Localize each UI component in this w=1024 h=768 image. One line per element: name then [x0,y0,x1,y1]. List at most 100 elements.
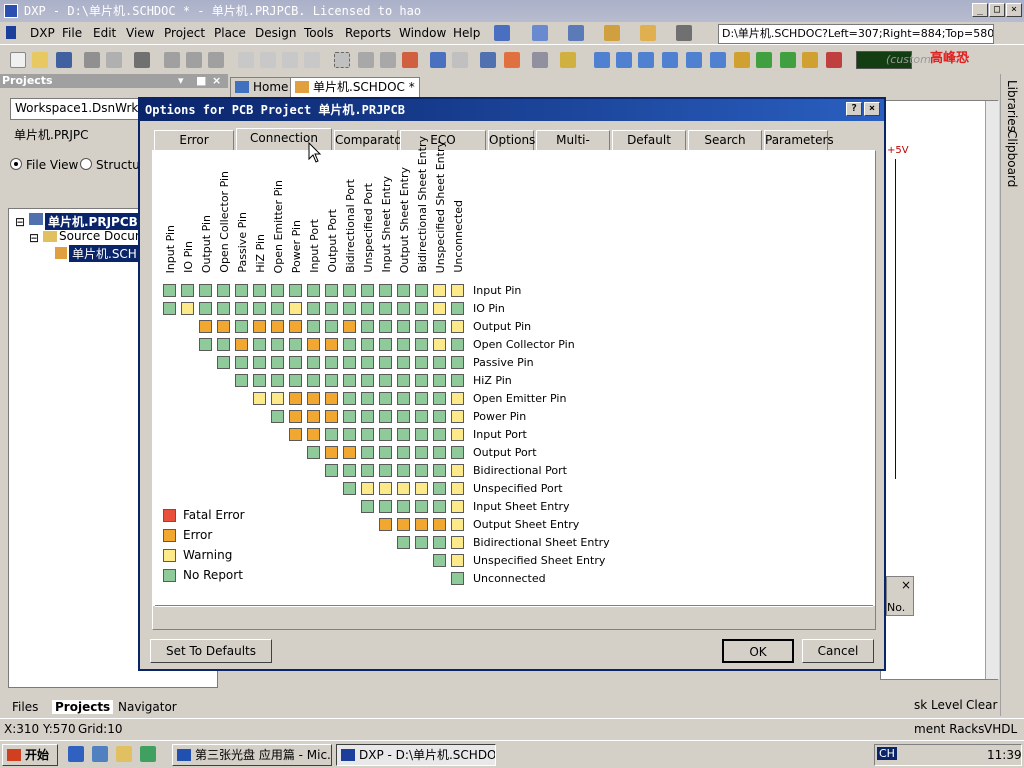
menu-design[interactable]: Design [255,26,296,40]
quicklaunch-icon[interactable] [140,746,156,762]
matrix-cell[interactable] [415,518,428,531]
matrix-cell[interactable] [199,338,212,351]
clipboard-panel-tab[interactable]: Clipboard [1005,130,1019,187]
matrix-cell[interactable] [379,284,392,297]
vertical-scrollbar[interactable] [985,101,999,679]
matrix-cell[interactable] [199,284,212,297]
paste-array-icon[interactable] [304,52,320,68]
print-preview-icon[interactable] [106,52,122,68]
place-wire-icon[interactable] [594,52,610,68]
doc-tab-home[interactable]: Home [230,77,294,97]
matrix-cell[interactable] [235,284,248,297]
matrix-cell[interactable] [235,356,248,369]
taskbar-dxp-window[interactable]: DXP - D:\单片机.SCHDO... [336,744,496,766]
layers-icon[interactable] [134,52,150,68]
matrix-cell[interactable] [271,410,284,423]
menu-place[interactable]: Place [214,26,246,40]
matrix-cell[interactable] [325,320,338,333]
matrix-cell[interactable] [361,464,374,477]
matrix-cell[interactable] [379,356,392,369]
matrix-cell[interactable] [217,338,230,351]
matrix-cell[interactable] [451,356,464,369]
matrix-cell[interactable] [415,536,428,549]
cross-probe-icon[interactable] [380,52,396,68]
matrix-cell[interactable] [271,302,284,315]
matrix-cell[interactable] [379,320,392,333]
matrix-cell[interactable] [253,302,266,315]
matrix-cell[interactable] [235,302,248,315]
matrix-cell[interactable] [325,446,338,459]
matrix-cell[interactable] [397,392,410,405]
matrix-cell[interactable] [325,356,338,369]
matrix-cell[interactable] [433,392,446,405]
matrix-cell[interactable] [397,464,410,477]
matrix-cell[interactable] [361,428,374,441]
matrix-cell[interactable] [343,374,356,387]
wire-tool-icon[interactable] [494,25,510,41]
panel-menu-icon[interactable]: ▾ [178,74,184,88]
zoom-icon[interactable] [164,52,180,68]
matrix-cell[interactable] [181,302,194,315]
tab-options[interactable]: Options [488,130,535,150]
matrix-cell[interactable] [397,536,410,549]
matrix-cell[interactable] [433,320,446,333]
matrix-cell[interactable] [307,446,320,459]
no-erc-icon[interactable] [826,52,842,68]
matrix-cell[interactable] [451,500,464,513]
paste-icon[interactable] [282,52,298,68]
grid-tool-icon[interactable] [676,25,692,41]
matrix-cell[interactable] [325,410,338,423]
copy-icon[interactable] [260,52,276,68]
project-name-field[interactable]: 单片机.PRJPC [10,126,140,148]
matrix-cell[interactable] [217,284,230,297]
matrix-cell[interactable] [307,338,320,351]
matrix-cell[interactable] [379,410,392,423]
matrix-cell[interactable] [361,482,374,495]
matrix-cell[interactable] [253,320,266,333]
menu-window[interactable]: Window [399,26,446,40]
select-icon[interactable] [334,52,350,68]
matrix-cell[interactable] [415,356,428,369]
redo-icon[interactable] [452,52,468,68]
matrix-cell[interactable] [289,410,302,423]
matrix-cell[interactable] [253,374,266,387]
matrix-cell[interactable] [217,302,230,315]
matrix-cell[interactable] [433,284,446,297]
tab-files[interactable]: Files [12,700,38,714]
clear-button[interactable]: Clear [966,698,997,712]
matrix-cell[interactable] [289,392,302,405]
tree-toggle-icon[interactable]: ⊟ [29,231,39,245]
matrix-cell[interactable] [325,428,338,441]
place-vcc-icon[interactable] [710,52,726,68]
matrix-cell[interactable] [451,518,464,531]
matrix-cell[interactable] [271,320,284,333]
matrix-cell[interactable] [307,428,320,441]
matrix-cell[interactable] [433,356,446,369]
matrix-cell[interactable] [397,356,410,369]
matrix-cell[interactable] [253,284,266,297]
ok-button[interactable]: OK [722,639,794,663]
undo-icon[interactable] [430,52,446,68]
matrix-cell[interactable] [307,374,320,387]
matrix-cell[interactable] [361,392,374,405]
matrix-cell[interactable] [433,464,446,477]
help-icon[interactable] [560,52,576,68]
matrix-cell[interactable] [379,482,392,495]
matrix-cell[interactable] [451,554,464,567]
matrix-cell[interactable] [397,338,410,351]
new-icon[interactable] [10,52,26,68]
matrix-cell[interactable] [451,464,464,477]
matrix-cell[interactable] [379,338,392,351]
matrix-cell[interactable] [325,392,338,405]
matrix-cell[interactable] [379,446,392,459]
tab-multi-channel[interactable]: Multi-Channel [536,130,610,165]
matrix-cell[interactable] [289,320,302,333]
ground-tool-icon[interactable] [568,25,584,41]
matrix-cell[interactable] [235,374,248,387]
matrix-cell[interactable] [271,356,284,369]
zoom-area-icon[interactable] [186,52,202,68]
place-bus-entry-icon[interactable] [638,52,654,68]
matrix-cell[interactable] [397,518,410,531]
print-icon[interactable] [84,52,100,68]
matrix-cell[interactable] [343,284,356,297]
